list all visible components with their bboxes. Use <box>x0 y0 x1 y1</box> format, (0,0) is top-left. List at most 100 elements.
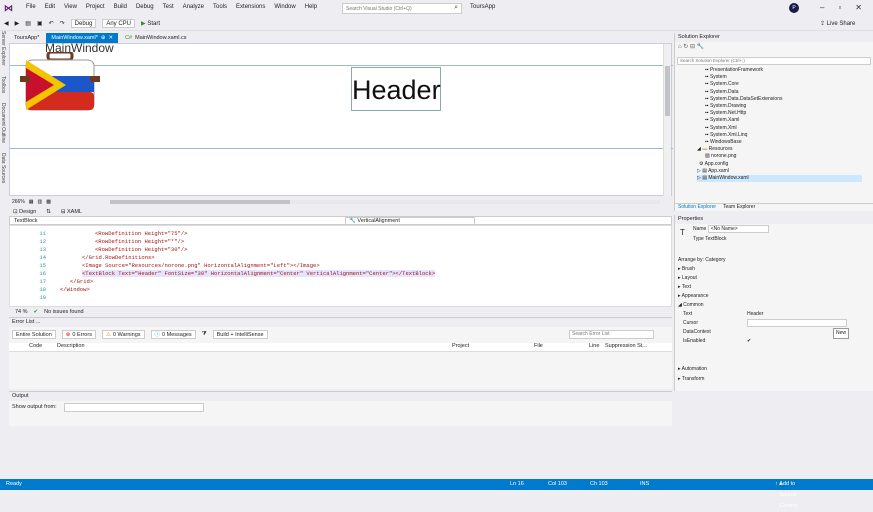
col-code[interactable]: Code <box>29 343 42 349</box>
menu-edit[interactable]: Edit <box>45 4 55 10</box>
tab-solution-explorer[interactable]: Solution Explorer <box>678 204 716 210</box>
tab-toursapp[interactable]: ToursApp* <box>9 33 45 43</box>
minimize-icon[interactable]: – <box>820 3 824 12</box>
designer-horizontal-scrollbar[interactable] <box>110 200 660 204</box>
tree-item[interactable]: ▪▪ System.Drawing <box>705 103 862 110</box>
prop-value[interactable] <box>747 319 847 327</box>
warnings-filter-button[interactable]: ⚠ 0 Warnings <box>101 330 145 339</box>
tree-item-selected[interactable]: ▷ ▤ MainWindow.xaml <box>697 175 862 183</box>
menu-build[interactable]: Build <box>114 4 127 10</box>
tab-xaml[interactable]: ⊟ XAML <box>61 209 82 215</box>
side-tab-server-explorer[interactable]: Server Explorer <box>0 31 6 66</box>
member-dropdown[interactable]: 🔧 VerticalAlignment <box>345 217 475 225</box>
tab-design[interactable]: ⊡ Design <box>13 209 36 215</box>
errors-filter-button[interactable]: ⊗ 0 Errors <box>61 330 96 339</box>
tree-item[interactable]: ▪▪ PresentationFramework <box>705 67 862 74</box>
name-input[interactable]: <No Name> <box>707 225 769 233</box>
side-tab-toolbox[interactable]: Toolbox <box>0 76 6 93</box>
designer-vertical-scrollbar[interactable] <box>663 44 671 196</box>
arrange-by-dropdown[interactable]: Arrange by: Category <box>678 257 726 263</box>
back-icon[interactable]: ◀ <box>4 20 9 27</box>
menu-window[interactable]: Window <box>274 4 295 10</box>
live-share-button[interactable]: ⇪ Live Share <box>820 20 855 27</box>
tree-item[interactable]: ⚙ App.config <box>699 161 862 168</box>
menu-file[interactable]: File <box>26 4 36 10</box>
forward-icon[interactable]: ▶ <box>15 20 20 27</box>
tree-item[interactable]: ▪▪ System.Data.DataSetExtensions <box>705 96 862 103</box>
menu-test[interactable]: Test <box>163 4 174 10</box>
xaml-designer[interactable]: MainWindow Header <box>9 41 673 196</box>
menu-view[interactable]: View <box>64 4 77 10</box>
col-file[interactable]: File <box>534 343 543 349</box>
zoom-level[interactable]: 266% <box>12 199 25 205</box>
side-tab-data-sources[interactable]: Data Sources <box>0 153 6 183</box>
swap-icon[interactable]: ⇅ <box>46 209 51 215</box>
redo-icon[interactable]: ↷ <box>60 20 65 27</box>
suitcase-image[interactable] <box>20 50 100 112</box>
col-suppression[interactable]: Suppression St... <box>605 343 647 349</box>
platform-dropdown[interactable]: Any CPU <box>102 19 136 28</box>
tree-item[interactable]: ▪▪ System <box>705 74 862 81</box>
save-all-icon[interactable]: ▣ <box>37 20 43 27</box>
scope-dropdown[interactable]: Entire Solution <box>12 330 56 339</box>
col-project[interactable]: Project <box>452 343 469 349</box>
home-icon[interactable]: ⌂ <box>678 44 682 50</box>
menu-analyze[interactable]: Analyze <box>183 4 204 10</box>
col-description[interactable]: Description <box>57 343 85 349</box>
tree-item[interactable]: ▨ norone.png <box>705 153 862 160</box>
build-source-dropdown[interactable]: Build + IntelliSense <box>212 330 268 339</box>
menu-extensions[interactable]: Extensions <box>236 4 265 10</box>
tree-item[interactable]: ▪▪ WindowsBase <box>705 139 862 146</box>
messages-filter-button[interactable]: ⓘ 0 Messages <box>150 330 196 339</box>
collapse-icon[interactable]: ⊟ <box>690 44 695 50</box>
maximize-icon[interactable]: ▫ <box>838 3 841 12</box>
menu-help[interactable]: Help <box>305 4 317 10</box>
editor-zoom[interactable]: 74 % <box>15 309 28 315</box>
undo-icon[interactable]: ↶ <box>49 20 54 27</box>
error-search-input[interactable]: Search Error List <box>569 330 654 339</box>
category-text[interactable]: ▸ Text <box>675 283 873 292</box>
category-appearance[interactable]: ▸ Appearance <box>675 292 873 301</box>
col-line[interactable]: Line <box>589 343 599 349</box>
config-dropdown[interactable]: Debug <box>70 19 97 28</box>
isenabled-checkbox[interactable]: ✔ <box>747 337 751 346</box>
close-icon[interactable]: ✕ <box>855 3 862 12</box>
tree-item[interactable]: ▷ ▤ App.xaml <box>697 168 862 175</box>
start-button[interactable]: ▶ Start <box>141 20 160 27</box>
menu-tools[interactable]: Tools <box>213 4 227 10</box>
header-textblock[interactable]: Header <box>351 67 441 111</box>
tab-mainwindow-xaml-cs[interactable]: C# MainWindow.xaml.cs <box>120 33 192 43</box>
scroll-thumb[interactable] <box>665 66 670 116</box>
new-project-icon[interactable]: ▤ <box>25 20 31 27</box>
tree-item[interactable]: ▪▪ System.Xml.Linq <box>705 132 862 139</box>
element-dropdown[interactable]: TextBlock <box>14 218 38 224</box>
xaml-code-editor[interactable]: 11 <RowDefinition Height="75"/> 12 <RowD… <box>9 225 672 307</box>
prop-value[interactable]: Header <box>747 310 763 319</box>
avatar[interactable]: P <box>789 3 799 13</box>
snap-icon[interactable]: ▩ <box>46 199 51 205</box>
category-brush[interactable]: ▸ Brush <box>675 265 873 274</box>
scroll-thumb[interactable] <box>110 200 290 204</box>
solution-search-input[interactable]: Search Solution Explorer (Ctrl+;) <box>677 57 871 65</box>
category-common[interactable]: ◢ Common <box>675 301 873 310</box>
tree-item[interactable]: ▪▪ System.Net.Http <box>705 110 862 117</box>
menu-debug[interactable]: Debug <box>136 4 154 10</box>
category-transform[interactable]: ▸ Transform <box>675 375 873 384</box>
fit-icon[interactable]: ▦ <box>29 199 34 205</box>
grid-icon[interactable]: ▥ <box>38 199 43 205</box>
properties-icon[interactable]: 🔧 <box>697 44 704 50</box>
output-source-dropdown[interactable] <box>64 403 204 412</box>
tree-item[interactable]: ▪▪ System.Xaml <box>705 117 862 124</box>
side-tab-document-outline[interactable]: Document Outline <box>0 103 6 143</box>
refresh-icon[interactable]: ↻ <box>683 44 688 50</box>
tree-item[interactable]: ▪▪ System.Xml <box>705 125 862 132</box>
tree-item[interactable]: ▪▪ System.Data <box>705 89 862 96</box>
add-to-source-control-button[interactable]: ↑ Add to Source Control ▴ <box>775 479 797 509</box>
category-layout[interactable]: ▸ Layout <box>675 274 873 283</box>
tree-item[interactable]: ▪▪ System.Core <box>705 81 862 88</box>
tree-item[interactable]: ◢ ▬ Resources <box>697 146 862 153</box>
category-automation[interactable]: ▸ Automation <box>675 365 873 374</box>
tab-team-explorer[interactable]: Team Explorer <box>723 204 755 210</box>
filter-icon[interactable]: ⧩ <box>202 331 207 338</box>
vs-search-input[interactable]: Search Visual Studio (Ctrl+Q) ⌕ <box>342 3 462 14</box>
